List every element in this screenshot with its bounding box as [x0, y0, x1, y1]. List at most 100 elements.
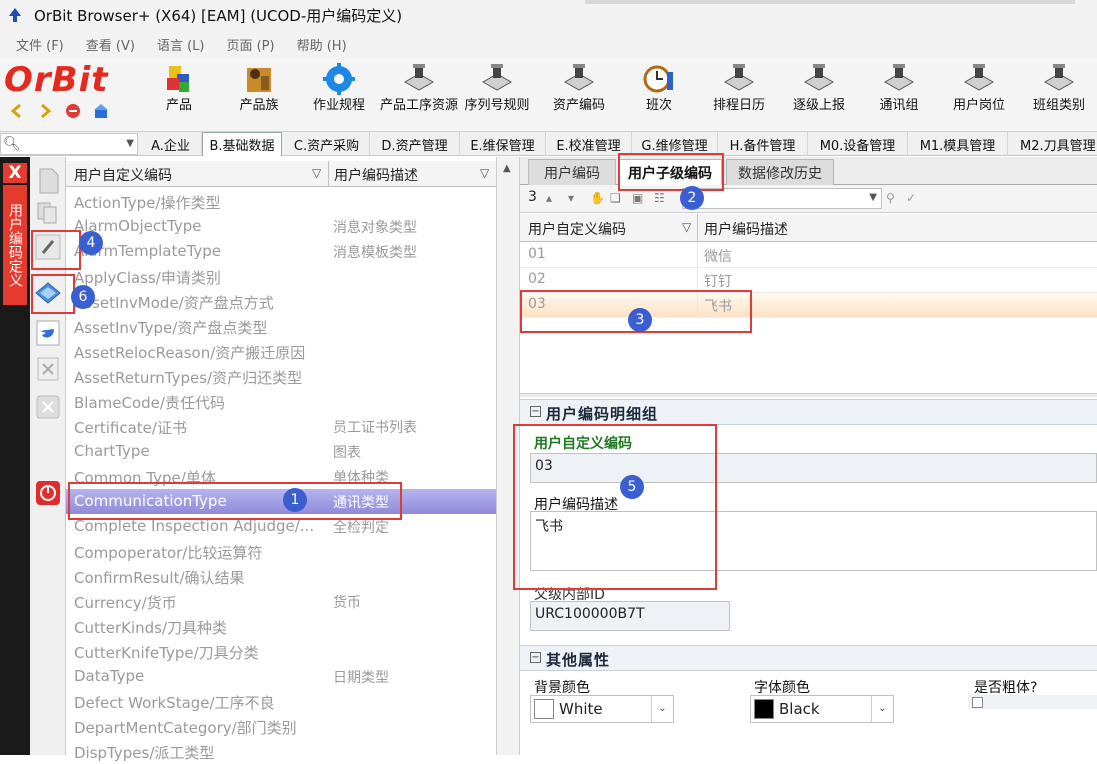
list-item[interactable]: ActionType/操作类型 — [66, 189, 496, 214]
stop-icon[interactable] — [64, 102, 82, 120]
toolbar-asset-code-button[interactable]: 资产编码 — [540, 60, 618, 130]
tab-modify-history[interactable]: 数据修改历史 — [726, 159, 834, 185]
list-item-desc: 全检判定 — [333, 520, 389, 536]
list-item[interactable]: ApplyClass/申请类别 — [66, 264, 496, 289]
list-item-code: AssetInvMode/资产盘点方式 — [74, 294, 274, 312]
search-icon[interactable]: ⚲ — [886, 191, 900, 205]
filter-icon[interactable]: ▽ — [312, 166, 321, 180]
hand-icon[interactable]: ✋ — [590, 191, 605, 205]
list-item-code: DataType — [74, 667, 145, 685]
forward-icon[interactable] — [36, 102, 54, 120]
title-bar: OrBit Browser+ (X64) [EAM] (UCOD-用户编码定义) — [0, 0, 1097, 30]
list-item[interactable]: ChartType 图表 — [66, 439, 496, 464]
window-title: OrBit Browser+ (X64) [EAM] (UCOD-用户编码定义) — [34, 6, 403, 25]
child-grid-header: 用户自定义编码 ▽ 用户编码描述 — [520, 214, 1097, 242]
color-swatch — [534, 699, 554, 719]
paste-icon[interactable]: ▣ — [632, 191, 646, 205]
menu-language[interactable]: 语言 (L) — [157, 35, 205, 54]
list-item[interactable]: DispTypes/派工类型 — [66, 739, 496, 764]
toolbar-product-family-button[interactable]: 产品族 — [220, 60, 298, 130]
menu-page[interactable]: 页面 (P) — [226, 35, 274, 54]
chevron-down-icon[interactable]: ✓ — [906, 191, 920, 205]
toolbar-user-post-button[interactable]: 用户岗位 — [940, 60, 1018, 130]
parent-id-field[interactable]: URC100000B7T — [530, 601, 730, 631]
section-other-props[interactable]: − 其他属性 — [520, 645, 1097, 671]
tab-enterprise[interactable]: A.企业 — [140, 132, 202, 156]
grid-column-desc-header[interactable]: 用户编码描述 — [704, 219, 788, 239]
tab-maintenance[interactable]: E.维保管理 — [460, 132, 546, 156]
bold-checkbox[interactable] — [972, 697, 983, 708]
module-search-input[interactable]: 🔍︎ ▼ — [0, 133, 138, 155]
toolbar-calendar-button[interactable]: 排程日历 — [700, 60, 778, 130]
tab-cutter[interactable]: M2.刀具管理 — [1008, 132, 1097, 156]
last-record-icon[interactable]: ▾ — [568, 191, 582, 205]
cancel-icon[interactable] — [34, 393, 62, 421]
tab-spare-parts[interactable]: H.备件管理 — [718, 132, 808, 156]
tab-asset-management[interactable]: D.资产管理 — [370, 132, 460, 156]
list-item[interactable]: BlameCode/责任代码 — [66, 389, 496, 414]
toolbar-comm-group-button[interactable]: 通讯组 — [860, 60, 938, 130]
undo-icon[interactable] — [34, 319, 62, 347]
columns-icon[interactable]: ☷ — [654, 191, 668, 205]
team-type-icon — [1043, 64, 1075, 91]
delete-icon[interactable] — [34, 355, 62, 383]
grid-filter-select[interactable]: ▼ — [682, 188, 882, 209]
copy-icon[interactable] — [34, 199, 62, 227]
font-color-select[interactable]: Black ⌄ — [750, 695, 894, 723]
nav-buttons — [8, 102, 110, 120]
toolbar-product-button[interactable]: 产品 — [140, 60, 218, 130]
list-item[interactable]: AssetReturnTypes/资产归还类型 — [66, 364, 496, 389]
exit-icon[interactable] — [34, 479, 62, 507]
list-item[interactable]: DepartMentCategory/部门类别 — [66, 714, 496, 739]
section-code-detail[interactable]: − 用户编码明细组 — [520, 399, 1097, 425]
list-item[interactable]: DataType 日期类型 — [66, 664, 496, 689]
chevron-down-icon: ▼ — [869, 192, 877, 203]
calendar-icon — [723, 64, 755, 91]
tab-user-code[interactable]: 用户编码 — [528, 159, 616, 185]
list-item[interactable]: Compoperator/比较运算符 — [66, 539, 496, 564]
tab-basic-data[interactable]: B.基础数据 — [202, 132, 282, 156]
list-item[interactable]: AssetRelocReason/资产搬迁原因 — [66, 339, 496, 364]
tab-asset-purchase[interactable]: C.资产采购 — [284, 132, 370, 156]
bg-color-select[interactable]: White ⌄ — [530, 695, 674, 723]
chevron-down-icon[interactable]: ⌄ — [651, 696, 673, 722]
toolbar-serial-rule-button[interactable]: 序列号规则 — [458, 60, 536, 130]
filter-icon[interactable]: ▽ — [682, 220, 691, 234]
list-item[interactable]: ConfirmResult/确认结果 — [66, 564, 496, 589]
first-record-icon[interactable]: ▴ — [546, 191, 560, 205]
menu-help[interactable]: 帮助 (H) — [297, 35, 347, 54]
list-column-desc-header[interactable]: 用户编码描述 — [334, 165, 418, 185]
list-item[interactable]: Defect WorkStage/工序不良 — [66, 689, 496, 714]
list-item[interactable]: AlarmTemplateType 消息模板类型 — [66, 239, 496, 264]
collapse-icon[interactable]: − — [530, 652, 541, 663]
home-icon[interactable] — [92, 102, 110, 120]
toolbar-team-type-button[interactable]: 班组类别 — [1020, 60, 1097, 130]
collapse-icon[interactable]: − — [530, 406, 541, 417]
toolbar-work-rules-button[interactable]: 作业规程 — [300, 60, 378, 130]
list-item[interactable]: CutterKinds/刀具种类 — [66, 614, 496, 639]
list-item[interactable]: AssetInvType/资产盘点类型 — [66, 314, 496, 339]
list-item[interactable]: CutterKnifeType/刀具分类 — [66, 639, 496, 664]
filter-icon[interactable]: ▽ — [480, 166, 489, 180]
close-icon[interactable]: X — [3, 163, 27, 183]
list-item[interactable]: Certificate/证书 员工证书列表 — [66, 414, 496, 439]
menu-view[interactable]: 查看 (V) — [86, 35, 135, 54]
copy-icon[interactable]: ❏ — [610, 191, 624, 205]
chevron-down-icon[interactable]: ⌄ — [871, 696, 893, 722]
menu-file[interactable]: 文件 (F) — [16, 35, 64, 54]
chevron-down-icon[interactable]: ▼ — [126, 138, 134, 149]
toolbar-process-resource-button[interactable]: 产品工序资源 — [380, 60, 458, 130]
scroll-up-icon[interactable]: ▲ — [503, 163, 511, 174]
tab-equipment[interactable]: M0.设备管理 — [808, 132, 908, 156]
new-icon[interactable] — [34, 167, 62, 195]
table-row[interactable]: 01 微信 — [520, 243, 1097, 268]
list-item[interactable]: AssetInvMode/资产盘点方式 — [66, 289, 496, 314]
list-column-code-header[interactable]: 用户自定义编码 — [74, 165, 172, 185]
grid-column-code-header[interactable]: 用户自定义编码 — [528, 219, 626, 239]
list-item[interactable]: Currency/货币 货币 — [66, 589, 496, 614]
list-item[interactable]: AlarmObjectType 消息对象类型 — [66, 214, 496, 239]
toolbar-report-button[interactable]: 逐级上报 — [780, 60, 858, 130]
tab-mold[interactable]: M1.模具管理 — [908, 132, 1008, 156]
back-icon[interactable] — [8, 102, 26, 120]
toolbar-shift-button[interactable]: 班次 — [620, 60, 698, 130]
